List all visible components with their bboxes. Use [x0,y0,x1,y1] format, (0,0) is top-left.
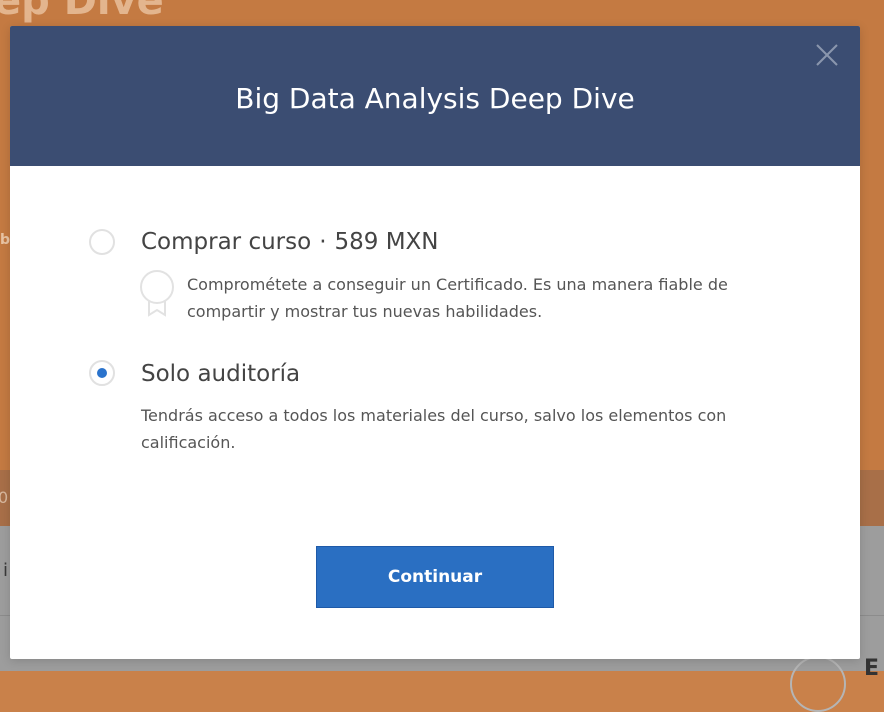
background-circle-icon [790,656,846,712]
option-buy-description: Comprométete a conseguir un Certificado.… [187,275,728,321]
certificate-icon [140,270,174,317]
continue-button[interactable]: Continuar [316,546,554,608]
option-buy-label[interactable]: Comprar curso · 589 MXN [141,229,439,255]
enroll-modal: Big Data Analysis Deep Dive Comprar curs… [10,26,860,659]
option-buy-title: Comprar curso [141,229,312,255]
radio-audit-only[interactable] [89,360,115,386]
modal-header: Big Data Analysis Deep Dive [10,26,860,166]
option-audit-label[interactable]: Solo auditoría [141,361,300,387]
close-button[interactable] [812,40,842,70]
option-buy-price: 589 MXN [334,229,439,255]
modal-title: Big Data Analysis Deep Dive [235,82,635,115]
radio-buy-course[interactable] [89,229,115,255]
background-course-title: ep Dive [0,0,164,24]
background-content-heading: E [864,656,880,681]
option-buy-separator: · [319,229,327,255]
close-icon [816,44,838,66]
background-text-fragment: b [0,232,11,248]
option-audit-description: Tendrás acceso a todos los materiales de… [141,406,727,452]
radio-selected-dot [97,368,107,378]
background-band-text: 0 [0,488,9,507]
background-content-text: i [3,560,9,581]
